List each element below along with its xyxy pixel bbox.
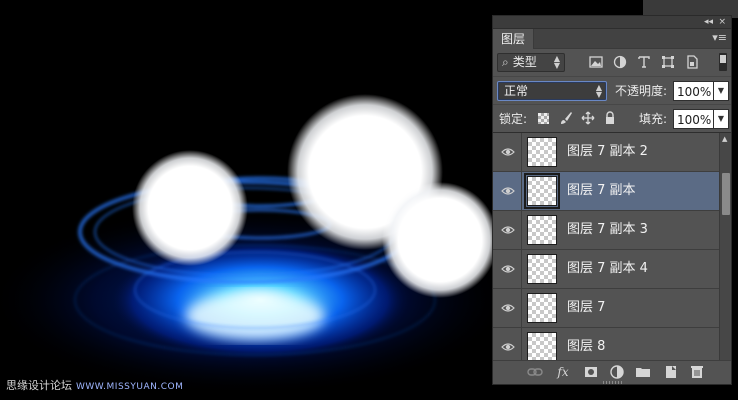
layer-thumbnail[interactable] (524, 173, 560, 209)
opacity-dropdown-arrow[interactable]: ▼ (713, 81, 729, 101)
fx-icon[interactable]: fx (555, 364, 571, 380)
blend-mode-select[interactable]: 正常 ▲ ▼ (497, 81, 607, 101)
blend-row: 正常 ▲ ▼ 不透明度: 100% ▼ (493, 77, 731, 105)
watermark-site: 思缘设计论坛 (6, 379, 72, 392)
close-icon[interactable]: × (718, 16, 726, 28)
search-icon: ⌕ (502, 55, 509, 69)
divider (521, 211, 522, 250)
watermark-url: WWW.MISSYUAN.COM (76, 382, 184, 392)
layer-item[interactable]: 图层 7 副本 4 (493, 250, 719, 289)
tab-layers[interactable]: 图层 (493, 29, 535, 49)
scroll-up-icon[interactable]: ▲ (722, 135, 727, 143)
folder-icon[interactable] (635, 364, 651, 380)
divider (521, 328, 522, 360)
layer-name[interactable]: 图层 8 (567, 339, 605, 355)
divider (521, 133, 522, 172)
divider (521, 172, 522, 211)
filter-kind-select[interactable]: ⌕ 类型 ▲ ▼ (497, 53, 565, 72)
eye-icon[interactable] (501, 340, 515, 354)
lock-all-icon[interactable] (603, 111, 617, 125)
filter-toggle-switch[interactable] (719, 53, 727, 71)
blend-mode-value: 正常 (504, 84, 529, 98)
layer-name[interactable]: 图层 7 (567, 300, 605, 316)
eye-icon[interactable] (501, 184, 515, 198)
link-icon[interactable] (527, 364, 543, 380)
layer-list[interactable]: 图层 7 副本 2 图层 7 副本 图层 7 副本 3 图层 7 副本 4 图层… (493, 133, 719, 360)
panel-titlebar[interactable]: ◂◂ × (493, 16, 731, 29)
collapse-icon[interactable]: ◂◂ (704, 16, 713, 28)
watermark: 思缘设计论坛 WWW.MISSYUAN.COM (6, 377, 183, 393)
lock-row: 锁定: 填充: 100% ▼ (493, 105, 731, 133)
layer-thumbnail[interactable] (527, 332, 557, 360)
adjustment-filter-icon[interactable] (613, 55, 627, 69)
trash-icon[interactable] (689, 364, 705, 380)
lock-paint-brush-icon[interactable] (559, 111, 573, 125)
layer-item[interactable]: 图层 7 副本 3 (493, 211, 719, 250)
eye-icon[interactable] (501, 223, 515, 237)
panel-menu-icon[interactable]: ▾≡ (712, 32, 727, 44)
fill-dropdown-arrow[interactable]: ▼ (713, 109, 729, 129)
lock-transparent-icon[interactable] (538, 113, 549, 124)
lock-label: 锁定: (499, 112, 528, 126)
layer-item[interactable]: 图层 7 副本 2 (493, 133, 719, 172)
divider (521, 250, 522, 289)
spinner-icon: ▲ ▼ (595, 83, 602, 99)
smart-object-filter-icon[interactable] (685, 55, 699, 69)
layer-item[interactable]: 图层 7 (493, 289, 719, 328)
new-layer-icon[interactable] (663, 364, 679, 380)
layer-thumbnail[interactable] (527, 215, 557, 245)
spinner-icon: ▲ ▼ (553, 54, 560, 70)
opacity-input[interactable]: 100% (673, 81, 713, 101)
adjustment-icon[interactable] (609, 364, 625, 380)
layer-name[interactable]: 图层 7 副本 3 (567, 222, 648, 238)
opacity-label: 不透明度: (615, 84, 668, 98)
layer-thumbnail[interactable] (527, 254, 557, 284)
eye-icon[interactable] (501, 145, 515, 159)
layer-name[interactable]: 图层 7 副本 4 (567, 261, 648, 277)
layer-item-selected[interactable]: 图层 7 副本 (493, 172, 719, 211)
layer-name[interactable]: 图层 7 副本 2 (567, 144, 648, 160)
panel-bottom-bar: fx (493, 360, 731, 384)
divider (521, 289, 522, 328)
fill-input[interactable]: 100% (673, 109, 713, 129)
resize-grip[interactable] (603, 381, 623, 384)
layer-item[interactable]: 图层 8 (493, 328, 719, 360)
eye-icon[interactable] (501, 262, 515, 276)
filter-kind-value: 类型 (512, 55, 537, 69)
layer-list-scrollbar[interactable]: ▲ (719, 133, 731, 360)
layer-thumbnail[interactable] (527, 137, 557, 167)
layer-name[interactable]: 图层 7 副本 (567, 183, 636, 199)
layers-panel: ◂◂ × 图层 ▾≡ ⌕ 类型 ▲ ▼ 正常 ▲ ▼ 不透明度: 100% ▼ … (492, 15, 732, 385)
scroll-thumb[interactable] (722, 173, 730, 215)
image-filter-icon[interactable] (589, 55, 603, 69)
fill-label: 填充: (639, 112, 668, 126)
lock-move-icon[interactable] (581, 111, 595, 125)
panel-tab-row: 图层 ▾≡ (493, 29, 731, 49)
shape-filter-icon[interactable] (661, 55, 675, 69)
type-filter-icon[interactable] (637, 55, 651, 69)
eye-icon[interactable] (501, 301, 515, 315)
filter-row: ⌕ 类型 ▲ ▼ (493, 49, 731, 77)
mask-icon[interactable] (583, 364, 599, 380)
layer-thumbnail[interactable] (527, 293, 557, 323)
